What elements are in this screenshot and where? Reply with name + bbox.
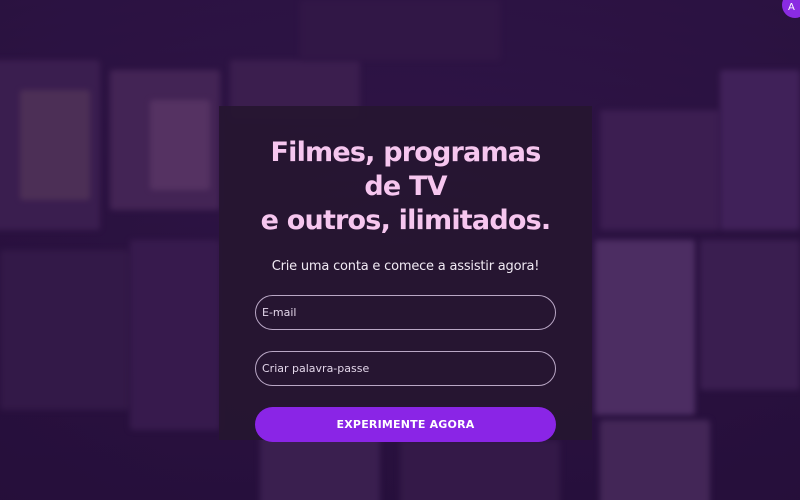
page-subtitle: Crie uma conta e comece a assistir agora… [271,259,540,274]
email-field[interactable] [255,295,556,330]
signup-card: Filmes, programas de TV e outros, ilimit… [219,106,592,442]
experiment-now-button[interactable]: EXPERIMENTE AGORA [255,407,556,442]
title-line-1: Filmes, programas de TV [270,137,541,202]
title-line-2: e outros, ilimitados. [260,205,551,236]
password-field[interactable] [255,351,556,386]
page-title: Filmes, programas de TV e outros, ilimit… [255,136,556,238]
